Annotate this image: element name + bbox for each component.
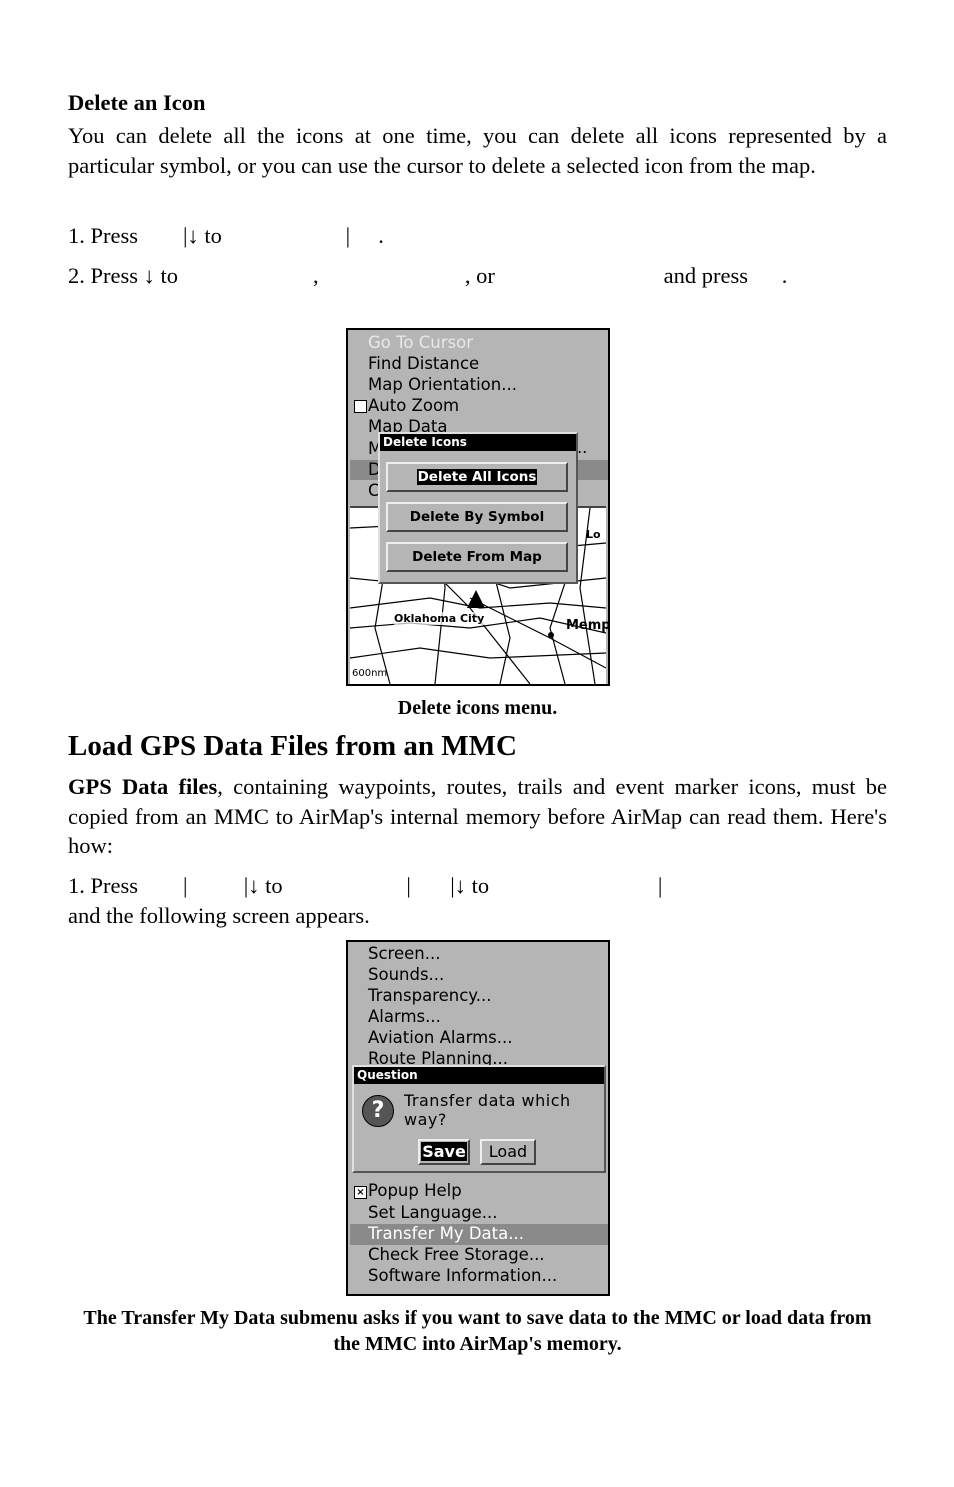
delete-all-icons-button[interactable]: Delete All Icons <box>386 462 568 492</box>
figure-caption-2: The Transfer My Data submenu asks if you… <box>83 1307 872 1355</box>
menu-item-check-free-storage[interactable]: Check Free Storage... <box>368 1244 545 1265</box>
load-button[interactable]: Load <box>480 1139 536 1165</box>
intro-paragraph: You can delete all the icons at one time… <box>68 123 887 178</box>
menu-item-aviation-alarms[interactable]: Aviation Alarms... <box>368 1027 513 1048</box>
question-icon: ? <box>362 1095 394 1127</box>
delete-icons-screenshot: Go To Cursor Find Distance Map Orientati… <box>346 328 610 686</box>
save-button[interactable]: Save <box>418 1139 470 1165</box>
dialog-title: Question <box>354 1067 604 1084</box>
section-heading-load-gps: Load GPS Data Files from an MMC <box>68 730 517 762</box>
menu-item-map-orientation[interactable]: Map Orientation... <box>368 374 517 395</box>
step-2: 2. Press ↓ to , , or and press . <box>68 263 788 288</box>
load-step-1-cont: and the following screen appears. <box>68 903 370 928</box>
auto-zoom-checkbox[interactable] <box>354 400 367 413</box>
delete-icons-dialog: Delete Icons Delete All Icons Delete By … <box>378 432 578 584</box>
popup-help-checkbox[interactable]: × <box>354 1186 367 1199</box>
menu-item-sounds[interactable]: Sounds... <box>368 964 444 985</box>
menu-item-go-to-cursor[interactable]: Go To Cursor <box>368 332 473 353</box>
section-heading-delete-icon: Delete an Icon <box>68 90 206 115</box>
menu-item-popup-help[interactable]: Popup Help <box>368 1180 462 1201</box>
map-label-oklahoma-city: Oklahoma City <box>394 612 485 625</box>
load-step-1: 1. Press | |↓ to | |↓ to | <box>68 873 663 898</box>
map-scale: 600nm <box>352 668 388 679</box>
dialog-title: Delete Icons <box>380 434 576 451</box>
transfer-data-screenshot: Screen... Sounds... Transparency... Alar… <box>346 940 610 1296</box>
question-dialog: Question ? Transfer data which way? Save… <box>352 1065 606 1173</box>
load-intro-paragraph: GPS Data files, containing waypoints, ro… <box>68 772 887 861</box>
menu-item-screen[interactable]: Screen... <box>368 943 440 964</box>
menu-item-alarms[interactable]: Alarms... <box>368 1006 441 1027</box>
figure-caption-1: Delete icons menu. <box>397 697 558 719</box>
question-text: Transfer data which way? <box>404 1091 571 1129</box>
menu-item-transparency[interactable]: Transparency... <box>368 985 491 1006</box>
delete-by-symbol-button[interactable]: Delete By Symbol <box>386 502 568 532</box>
map-label-lo: Lo <box>586 528 601 541</box>
gps-data-files-term: GPS Data files <box>68 774 218 799</box>
menu-item-software-information[interactable]: Software Information... <box>368 1265 557 1286</box>
manual-page: Delete an Icon You can delete all the ic… <box>0 0 954 1487</box>
menu-item-set-language[interactable]: Set Language... <box>368 1202 498 1223</box>
map-label-memphis: Memp <box>566 618 610 633</box>
menu-item-auto-zoom[interactable]: Auto Zoom <box>368 395 459 416</box>
delete-from-map-button[interactable]: Delete From Map <box>386 542 568 572</box>
menu-item-find-distance[interactable]: Find Distance <box>368 353 479 374</box>
menu-item-transfer-my-data[interactable]: Transfer My Data... <box>368 1223 524 1244</box>
step-1: 1. Press |↓ to | . <box>68 223 384 248</box>
